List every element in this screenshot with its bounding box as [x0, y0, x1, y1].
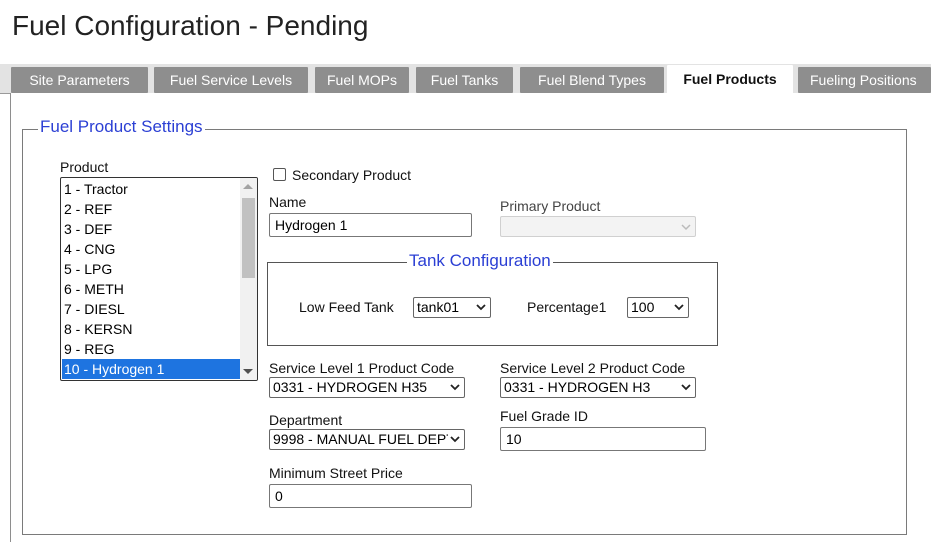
service-level-1-value: 0331 - HYDROGEN H35 — [273, 379, 428, 395]
tank-configuration-legend: Tank Configuration — [407, 251, 553, 271]
secondary-product-label: Secondary Product — [292, 167, 412, 183]
minimum-street-price-label: Minimum Street Price — [269, 465, 403, 481]
chevron-down-icon — [450, 436, 460, 443]
scroll-down-arrow-icon[interactable] — [243, 369, 253, 374]
minimum-street-price-input[interactable]: 0 — [269, 484, 472, 508]
chevron-down-icon — [681, 384, 691, 391]
secondary-product-checkbox[interactable] — [273, 168, 286, 181]
product-option[interactable]: 7 - DIESL — [62, 299, 240, 319]
fuel-grade-id-input[interactable]: 10 — [500, 427, 706, 451]
chevron-down-icon — [681, 224, 691, 231]
product-option[interactable]: 3 - DEF — [62, 219, 240, 239]
percentage-select[interactable]: 100 — [627, 297, 689, 318]
chevron-down-icon — [476, 304, 486, 311]
tab-fuel-service-levels[interactable]: Fuel Service Levels — [154, 67, 308, 93]
service-level-2-value: 0331 - HYDROGEN H3 — [504, 379, 651, 395]
low-feed-tank-value: tank01 — [417, 299, 460, 315]
product-option[interactable]: 6 - METH — [62, 279, 240, 299]
product-option[interactable]: 2 - REF — [62, 199, 240, 219]
product-option[interactable]: 8 - KERSN — [62, 319, 240, 339]
department-label: Department — [269, 412, 343, 428]
service-level-1-select[interactable]: 0331 - HYDROGEN H35 — [269, 377, 465, 398]
chevron-down-icon — [450, 384, 460, 391]
product-option[interactable]: 4 - CNG — [62, 239, 240, 259]
product-option[interactable]: 5 - LPG — [62, 259, 240, 279]
product-option-selected[interactable]: 10 - Hydrogen 1 — [62, 359, 240, 379]
product-option[interactable]: 1 - Tractor — [62, 179, 240, 199]
service-level-2-label: Service Level 2 Product Code — [500, 360, 686, 376]
name-input[interactable]: Hydrogen 1 — [269, 213, 472, 237]
tab-site-parameters[interactable]: Site Parameters — [11, 67, 148, 93]
department-value: 9998 - MANUAL FUEL DEPT — [273, 431, 448, 447]
tab-fuel-blend-types[interactable]: Fuel Blend Types — [520, 67, 664, 93]
product-label: Product — [60, 159, 109, 175]
primary-product-select — [500, 216, 696, 237]
scroll-thumb[interactable] — [242, 198, 255, 278]
fuel-grade-id-label: Fuel Grade ID — [500, 408, 588, 424]
tab-fuel-tanks[interactable]: Fuel Tanks — [416, 67, 513, 93]
product-option[interactable]: 9 - REG — [62, 339, 240, 359]
department-select[interactable]: 9998 - MANUAL FUEL DEPT — [269, 429, 465, 450]
service-level-1-label: Service Level 1 Product Code — [269, 360, 455, 376]
product-list-scrollbar[interactable] — [240, 178, 257, 380]
tab-fuel-products[interactable]: Fuel Products — [667, 65, 793, 94]
primary-product-label: Primary Product — [500, 198, 601, 214]
percentage-label: Percentage1 — [527, 299, 607, 315]
product-listbox[interactable]: 1 - Tractor 2 - REF 3 - DEF 4 - CNG 5 - … — [60, 177, 258, 381]
scroll-up-arrow-icon[interactable] — [243, 184, 253, 189]
chevron-down-icon — [674, 304, 684, 311]
low-feed-tank-label: Low Feed Tank — [299, 299, 394, 315]
page-title: Fuel Configuration - Pending — [12, 10, 369, 41]
low-feed-tank-select[interactable]: tank01 — [413, 297, 491, 318]
fuel-product-settings-legend: Fuel Product Settings — [38, 117, 205, 137]
tab-fuel-mops[interactable]: Fuel MOPs — [315, 67, 409, 93]
tab-fueling-positions[interactable]: Fueling Positions — [798, 67, 931, 93]
tab-bar: Site Parameters Fuel Service Levels Fuel… — [0, 64, 931, 94]
service-level-2-select[interactable]: 0331 - HYDROGEN H3 — [500, 377, 696, 398]
name-label: Name — [269, 194, 307, 210]
percentage-value: 100 — [631, 299, 655, 315]
